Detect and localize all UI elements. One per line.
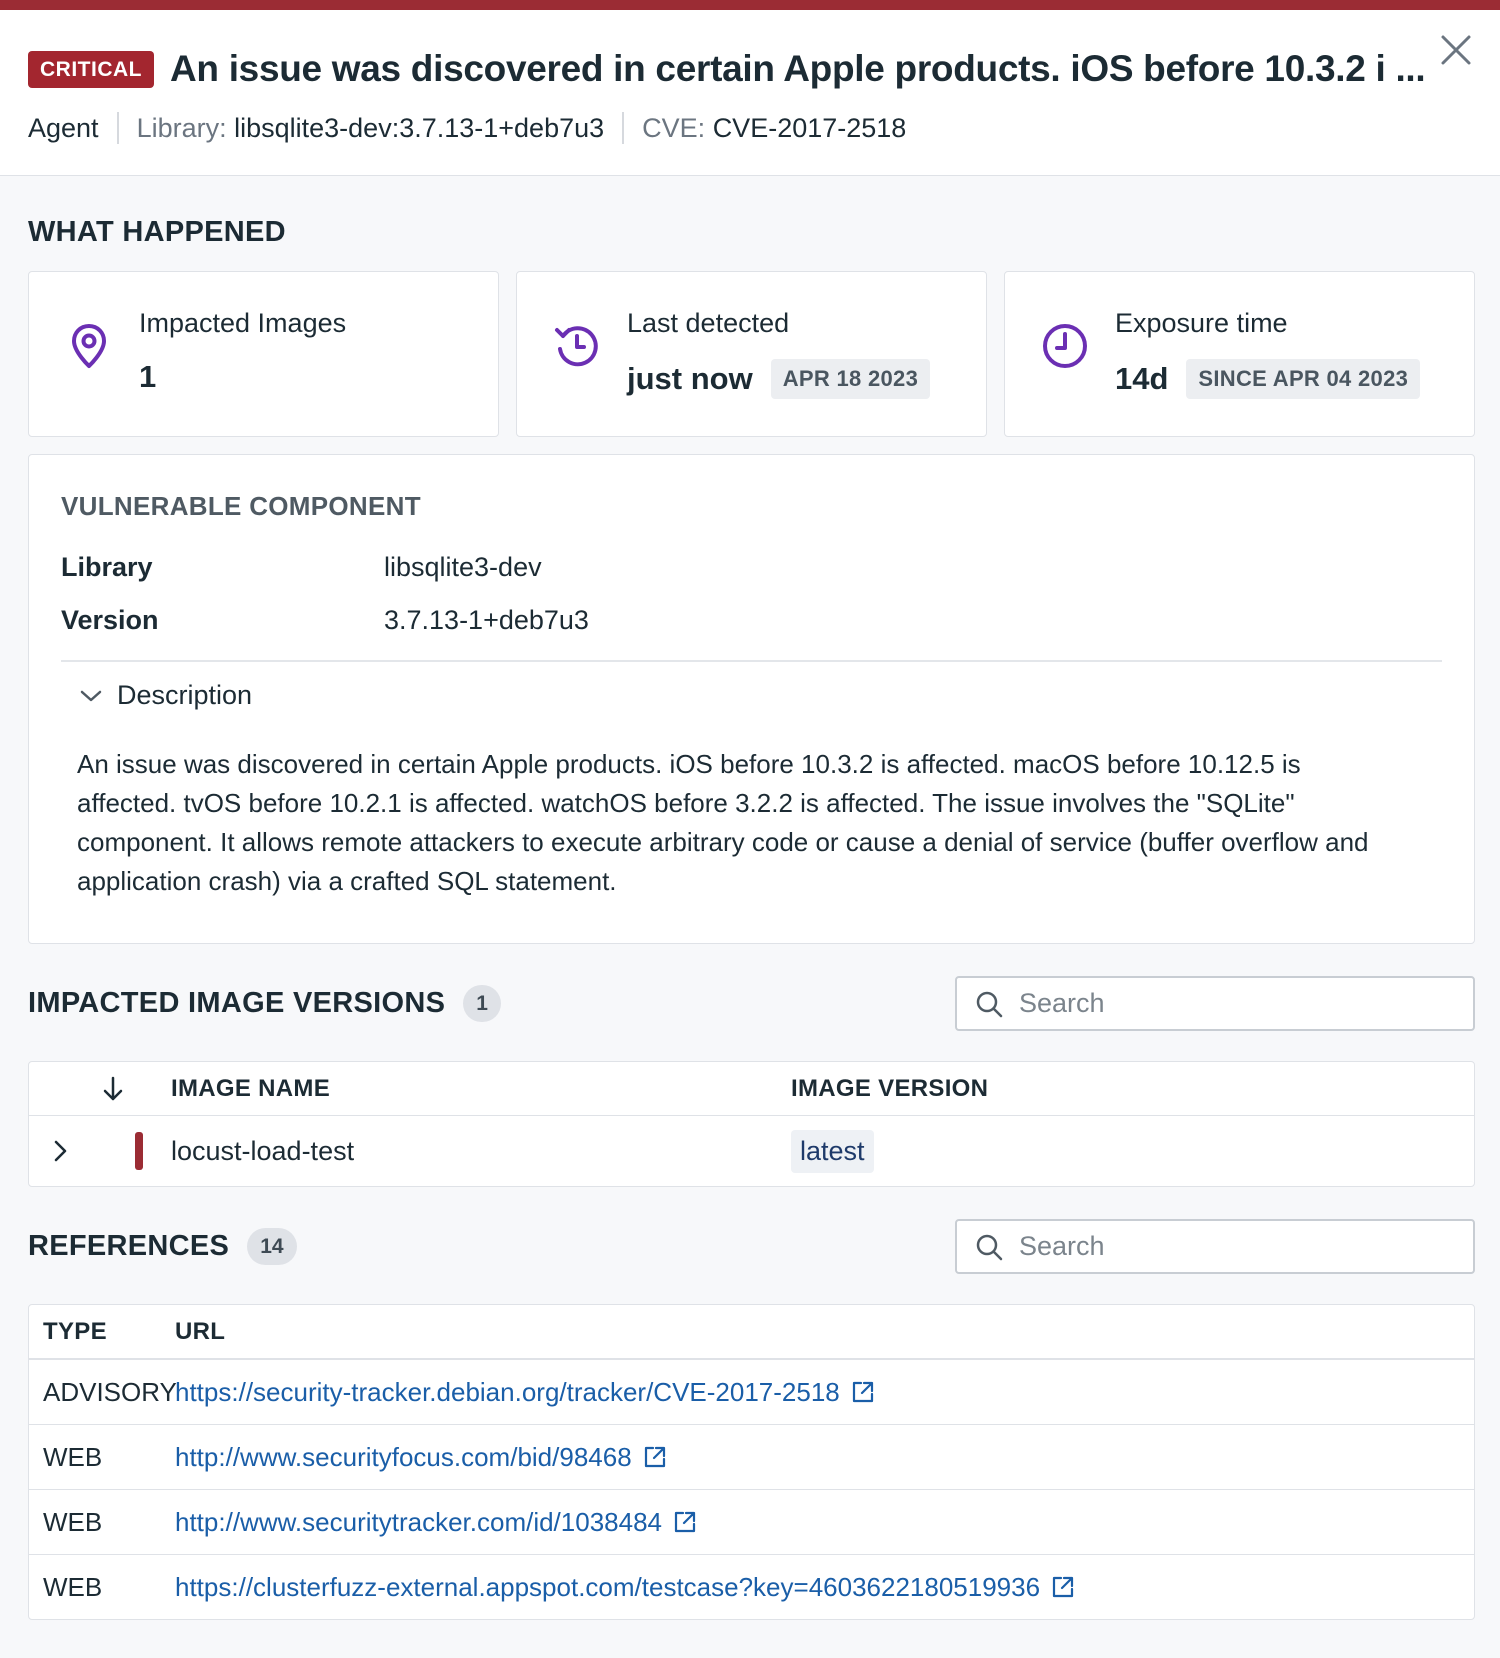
meta-divider xyxy=(116,112,119,144)
col-image-name[interactable]: IMAGE NAME xyxy=(171,1075,791,1103)
references-header: REFERENCES 14 xyxy=(28,1219,1475,1274)
last-detected-value: just now xyxy=(627,361,753,396)
what-happened-title: WHAT HAPPENED xyxy=(28,216,286,248)
source-label: Agent xyxy=(28,112,99,143)
severity-top-bar xyxy=(0,0,1500,10)
arrow-down-icon[interactable] xyxy=(101,1075,125,1103)
reference-link[interactable]: https://security-tracker.debian.org/trac… xyxy=(175,1377,876,1408)
table-row: WEB http://www.securityfocus.com/bid/984… xyxy=(29,1424,1474,1489)
table-row: WEB https://clusterfuzz-external.appspot… xyxy=(29,1554,1474,1619)
reference-url[interactable]: http://www.securitytracker.com/id/103848… xyxy=(175,1507,662,1538)
severity-badge: CRITICAL xyxy=(28,50,154,88)
impacted-versions-title: IMPACTED IMAGE VERSIONS xyxy=(28,987,446,1019)
reference-link[interactable]: https://clusterfuzz-external.appspot.com… xyxy=(175,1572,1076,1603)
impacted-versions-header: IMPACTED IMAGE VERSIONS 1 xyxy=(28,976,1475,1031)
impacted-versions-count: 1 xyxy=(463,985,501,1022)
reference-type: WEB xyxy=(43,1506,103,1537)
last-detected-label: Last detected xyxy=(627,308,790,338)
title-row: CRITICAL An issue was discovered in cert… xyxy=(28,48,1472,90)
summary-cards: Impacted Images 1 Last detected just now… xyxy=(28,271,1475,437)
version-row: Version 3.7.13-1+deb7u3 xyxy=(61,605,1442,636)
meta-divider xyxy=(622,112,625,144)
version-value: 3.7.13-1+deb7u3 xyxy=(384,605,589,635)
references-title: REFERENCES xyxy=(28,1230,230,1262)
col-image-version[interactable]: IMAGE VERSION xyxy=(791,1075,988,1103)
exposure-since-date: SINCE APR 04 2023 xyxy=(1186,359,1421,399)
search-icon xyxy=(976,991,1003,1017)
version-label: Version xyxy=(61,605,159,635)
image-version-tag: latest xyxy=(791,1129,874,1173)
external-link-icon xyxy=(852,1381,873,1403)
reference-url[interactable]: http://www.securityfocus.com/bid/98468 xyxy=(175,1442,632,1473)
page-title: An issue was discovered in certain Apple… xyxy=(170,48,1426,89)
severity-indicator xyxy=(135,1132,143,1170)
sort-control[interactable] xyxy=(29,1075,171,1103)
reference-link[interactable]: http://www.securityfocus.com/bid/98468 xyxy=(175,1442,668,1473)
search-input[interactable] xyxy=(1019,1231,1459,1262)
history-clock-icon xyxy=(555,326,598,367)
location-pin-icon xyxy=(72,324,106,368)
impacted-versions-search[interactable] xyxy=(955,976,1475,1031)
library-key: Library: xyxy=(136,112,227,143)
library-value: libsqlite3-dev:3.7.13-1+deb7u3 xyxy=(234,112,605,143)
image-name: locust-load-test xyxy=(171,1135,355,1166)
divider xyxy=(61,660,1442,662)
references-search[interactable] xyxy=(955,1219,1475,1274)
clock-icon xyxy=(1043,324,1087,368)
library-row: Library libsqlite3-dev xyxy=(61,552,1442,583)
col-url[interactable]: URL xyxy=(175,1318,225,1346)
external-link-icon xyxy=(1052,1576,1074,1598)
main-content: WHAT HAPPENED Impacted Images 1 Last det… xyxy=(0,216,1500,1620)
impacted-images-label: Impacted Images xyxy=(139,308,347,338)
cve-key: CVE: xyxy=(642,112,706,143)
table-row: ADVISORY https://security-tracker.debian… xyxy=(29,1359,1474,1424)
exposure-time-value: 14d xyxy=(1115,361,1169,396)
col-type[interactable]: TYPE xyxy=(29,1318,175,1346)
search-icon xyxy=(976,1234,1003,1260)
reference-type: WEB xyxy=(43,1441,103,1472)
library-label: Library xyxy=(61,552,153,582)
library-value: libsqlite3-dev xyxy=(384,552,542,582)
impacted-images-value: 1 xyxy=(139,359,157,394)
description-label: Description xyxy=(117,680,253,710)
cve-value: CVE-2017-2518 xyxy=(712,112,907,143)
vulnerable-component-panel: VULNERABLE COMPONENT Library libsqlite3-… xyxy=(28,454,1475,944)
table-header: IMAGE NAME IMAGE VERSION xyxy=(29,1062,1474,1116)
reference-type: ADVISORY xyxy=(43,1376,177,1407)
meta-row: Agent Library: libsqlite3-dev:3.7.13-1+d… xyxy=(28,112,1472,144)
impacted-images-card: Impacted Images 1 xyxy=(28,271,499,437)
table-header: TYPE URL xyxy=(29,1305,1474,1359)
last-detected-card: Last detected just now APR 18 2023 xyxy=(516,271,987,437)
description-text: An issue was discovered in certain Apple… xyxy=(77,749,1369,896)
references-count: 14 xyxy=(247,1228,297,1265)
vulnerable-component-title: VULNERABLE COMPONENT xyxy=(61,491,421,521)
external-link-icon xyxy=(644,1446,665,1468)
chevron-right-icon[interactable] xyxy=(51,1137,71,1165)
exposure-time-card: Exposure time 14d SINCE APR 04 2023 xyxy=(1004,271,1475,437)
reference-url[interactable]: https://clusterfuzz-external.appspot.com… xyxy=(175,1572,1040,1603)
reference-link[interactable]: http://www.securitytracker.com/id/103848… xyxy=(175,1507,698,1538)
table-row: WEB http://www.securitytracker.com/id/10… xyxy=(29,1489,1474,1554)
external-link-icon xyxy=(674,1511,696,1533)
reference-type: WEB xyxy=(43,1571,103,1602)
search-input[interactable] xyxy=(1019,988,1459,1019)
references-table: TYPE URL ADVISORY https://security-track… xyxy=(28,1304,1475,1620)
close-icon[interactable] xyxy=(1438,32,1474,68)
header: CRITICAL An issue was discovered in cert… xyxy=(0,10,1500,176)
description-toggle[interactable]: Description xyxy=(79,680,1442,711)
chevron-down-icon xyxy=(80,690,102,701)
reference-url[interactable]: https://security-tracker.debian.org/trac… xyxy=(175,1377,840,1408)
table-row[interactable]: locust-load-test latest xyxy=(29,1116,1474,1186)
last-detected-date: APR 18 2023 xyxy=(770,359,931,399)
exposure-time-label: Exposure time xyxy=(1115,308,1288,338)
impacted-versions-table: IMAGE NAME IMAGE VERSION locust-load-tes… xyxy=(28,1061,1475,1187)
